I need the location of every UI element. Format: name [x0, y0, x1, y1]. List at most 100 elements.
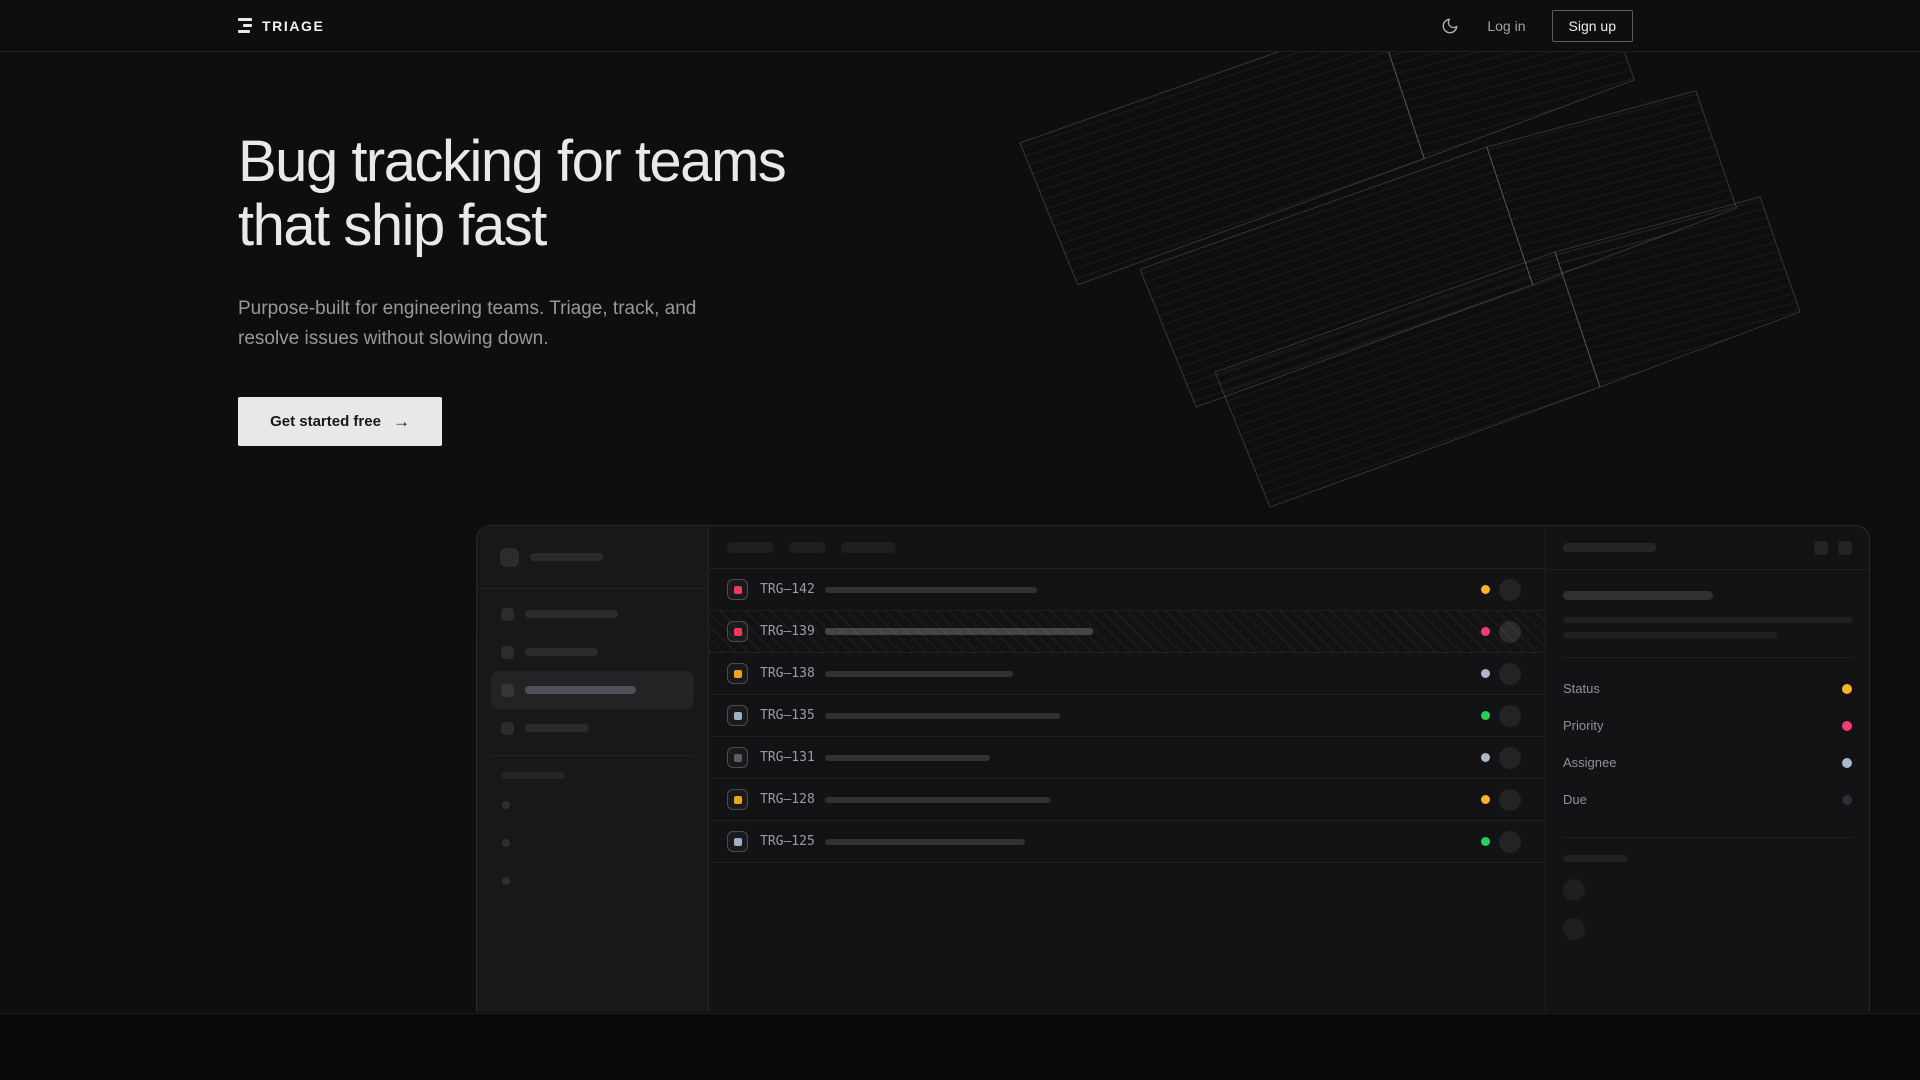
issue-field-row: Due	[1563, 781, 1852, 818]
field-label: Priority	[1563, 718, 1603, 733]
detail-panel-actions	[1814, 541, 1852, 555]
hero-section: Bug tracking for teams that ship fast Pu…	[0, 130, 1920, 1012]
issue-id: TRG–139	[760, 624, 816, 639]
issue-type-icon	[727, 747, 748, 768]
issue-field-row: Assignee	[1563, 744, 1852, 781]
sidebar-item-placeholder-active	[491, 671, 694, 709]
issue-title-placeholder	[825, 713, 1060, 719]
filter-pill-placeholder	[789, 542, 826, 553]
detail-panel-header	[1546, 526, 1869, 570]
hero-title-line2: that ship fast	[238, 193, 546, 258]
hero-subtitle: Purpose-built for engineering teams. Tri…	[238, 294, 708, 354]
status-dot	[1481, 837, 1490, 846]
status-dot	[1481, 627, 1490, 636]
assignee-avatar-placeholder	[1499, 831, 1521, 853]
issue-type-icon	[727, 789, 748, 810]
issue-row: TRG–139	[709, 611, 1545, 653]
login-link[interactable]: Log in	[1487, 18, 1525, 34]
field-label: Assignee	[1563, 755, 1616, 770]
issue-rows: TRG–142 TRG–139 TRG–138 TRG–135 TRG–131 TRG–1…	[709, 569, 1545, 863]
brand-name: TRIAGE	[262, 18, 325, 34]
brand-logo[interactable]: TRIAGE	[238, 18, 325, 34]
issue-id: TRG–142	[760, 582, 816, 597]
issue-row: TRG–125	[709, 821, 1545, 863]
sidebar-dot-placeholder	[502, 801, 510, 809]
panel-action-button-placeholder	[1814, 541, 1828, 555]
field-value-dot	[1842, 795, 1852, 805]
assignee-avatar-placeholder	[1499, 579, 1521, 601]
comments-label-placeholder	[1563, 855, 1628, 862]
nav-actions: Log in Sign up	[1439, 10, 1633, 42]
hero-title-line1: Bug tracking for teams	[238, 129, 785, 194]
assignee-avatar-placeholder	[1499, 663, 1521, 685]
sidebar-item-icon-placeholder	[501, 684, 514, 697]
workspace-avatar-placeholder	[500, 548, 519, 567]
issue-list-toolbar	[709, 526, 1545, 569]
issue-title-placeholder	[825, 628, 1093, 635]
issue-description-placeholder	[1563, 617, 1853, 623]
assignee-avatar-placeholder	[1499, 747, 1521, 769]
sidebar-divider	[491, 755, 694, 756]
filter-pill-placeholder	[841, 542, 896, 553]
sidebar-dot-placeholder	[502, 877, 510, 885]
issue-title-placeholder	[825, 797, 1050, 803]
comment-avatar-placeholder	[1563, 918, 1585, 940]
workspace-name-placeholder	[530, 553, 603, 561]
assignee-avatar-placeholder	[1499, 789, 1521, 811]
sidebar-item-placeholder	[491, 595, 694, 633]
field-label: Due	[1563, 792, 1587, 807]
hero-title: Bug tracking for teams that ship fast	[238, 130, 1920, 258]
issue-row: TRG–128	[709, 779, 1545, 821]
get-started-label: Get started free	[270, 413, 381, 430]
issue-title-placeholder	[825, 839, 1025, 845]
issue-field-row: Status	[1563, 670, 1852, 707]
issue-description-placeholder	[1563, 632, 1778, 638]
status-dot	[1481, 669, 1490, 678]
arrow-right-icon: →	[393, 412, 410, 432]
app-mockup-card: TRG–142 TRG–139 TRG–138 TRG–135 TRG–131 TRG–1…	[476, 525, 1870, 1012]
detail-breadcrumb-placeholder	[1563, 543, 1656, 552]
mockup-detail-panel: Status Priority Assignee Due	[1545, 526, 1869, 1012]
mockup-sidebar	[477, 526, 709, 1012]
sidebar-item-placeholder	[491, 709, 694, 747]
mockup-issue-list: TRG–142 TRG–139 TRG–138 TRG–135 TRG–131 TRG–1…	[709, 526, 1545, 1012]
issue-field-row: Priority	[1563, 707, 1852, 744]
comment-avatar-placeholder	[1563, 879, 1585, 901]
issue-title-placeholder	[1563, 591, 1713, 600]
sidebar-item-placeholder	[491, 633, 694, 671]
detail-panel-body: Status Priority Assignee Due	[1546, 591, 1869, 940]
triage-logo-icon	[238, 18, 252, 33]
issue-type-icon	[727, 831, 748, 852]
issue-id: TRG–125	[760, 834, 816, 849]
theme-toggle-moon-icon[interactable]	[1439, 15, 1461, 37]
status-dot	[1481, 585, 1490, 594]
issue-id: TRG–138	[760, 666, 816, 681]
field-value-dot	[1842, 758, 1852, 768]
assignee-avatar-placeholder	[1499, 705, 1521, 727]
sidebar-dot-placeholder	[502, 839, 510, 847]
signup-button[interactable]: Sign up	[1552, 10, 1633, 42]
panel-divider	[1563, 657, 1852, 658]
sidebar-item-icon-placeholder	[501, 608, 514, 621]
issue-fields: Status Priority Assignee Due	[1563, 670, 1852, 818]
issue-row: TRG–131	[709, 737, 1545, 779]
get-started-button[interactable]: Get started free →	[238, 397, 442, 446]
issue-type-icon	[727, 705, 748, 726]
top-nav: TRIAGE Log in Sign up	[0, 0, 1920, 52]
panel-action-button-placeholder	[1838, 541, 1852, 555]
status-dot	[1481, 795, 1490, 804]
footer	[0, 1013, 1920, 1080]
issue-id: TRG–128	[760, 792, 816, 807]
panel-divider	[1563, 837, 1852, 838]
assignee-avatar-placeholder	[1499, 621, 1521, 643]
field-value-dot	[1842, 684, 1852, 694]
issue-title-placeholder	[825, 587, 1037, 593]
issue-id: TRG–135	[760, 708, 816, 723]
mockup-workspace-switcher	[477, 526, 708, 589]
issue-type-icon	[727, 579, 748, 600]
issue-row: TRG–142	[709, 569, 1545, 611]
mockup-sidebar-nav	[477, 589, 708, 747]
field-label: Status	[1563, 681, 1600, 696]
issue-id: TRG–131	[760, 750, 816, 765]
issue-title-placeholder	[825, 755, 990, 761]
